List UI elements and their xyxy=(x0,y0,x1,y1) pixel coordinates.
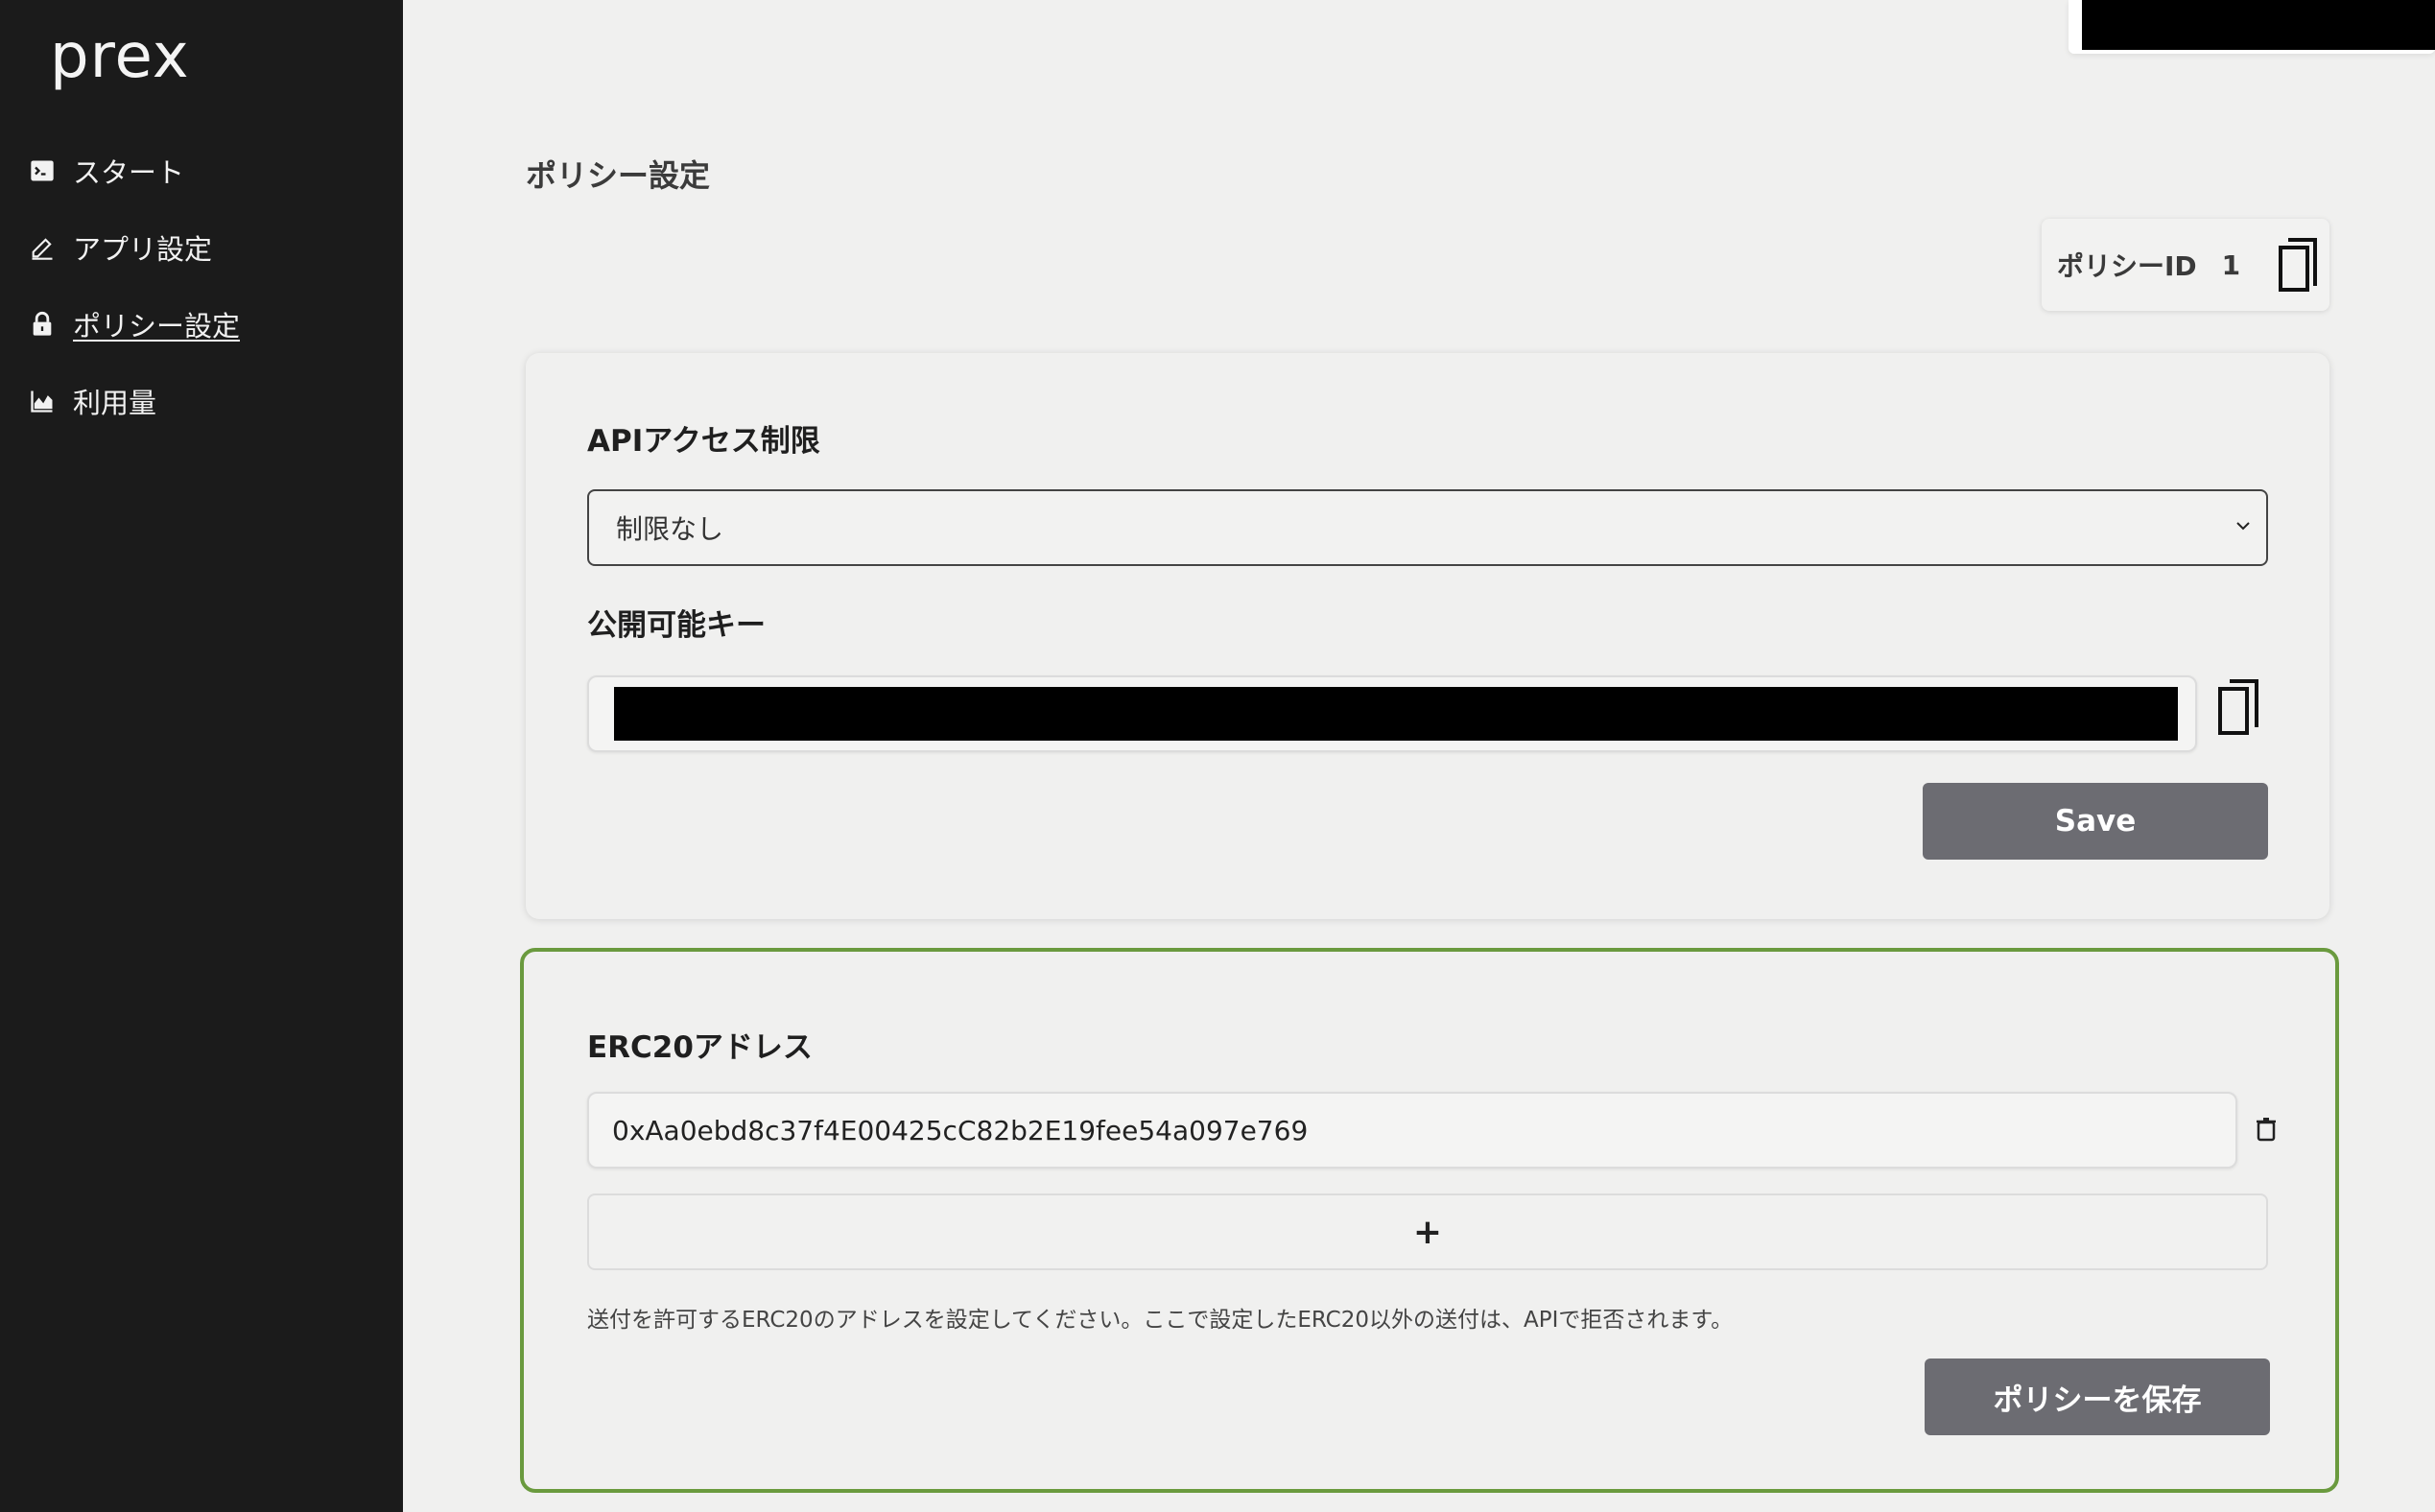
sidebar-item-label: ポリシー設定 xyxy=(73,310,241,343)
api-access-select[interactable]: 制限なし xyxy=(587,489,2268,566)
trash-icon xyxy=(2257,1118,2276,1142)
terminal-icon xyxy=(29,157,56,184)
logo: prex xyxy=(50,21,190,92)
save-policy-button[interactable]: ポリシーを保存 xyxy=(1925,1358,2270,1435)
lock-icon xyxy=(29,311,56,338)
sidebar-item-usage[interactable]: 利用量 xyxy=(29,363,384,439)
save-button[interactable]: Save xyxy=(1923,783,2268,860)
copy-icon xyxy=(2279,238,2318,292)
delete-address-button[interactable] xyxy=(2255,1117,2278,1142)
account-area xyxy=(2069,0,2435,54)
erc20-card: ERC20アドレス 0xAa0ebd8c37f4E00425cC82b2E19f… xyxy=(520,948,2339,1493)
pencil-icon xyxy=(29,234,56,261)
sidebar-item-label: 利用量 xyxy=(73,387,157,419)
redacted-block xyxy=(2082,0,2435,50)
sidebar-item-start[interactable]: スタート xyxy=(29,132,384,209)
app-root: prex スタート アプリ設定 ポリシー設定 利用量 ポリシー設定 ポリシーID… xyxy=(0,0,2435,1512)
publishable-key-field[interactable] xyxy=(587,675,2197,752)
policy-id-label: ポリシーID xyxy=(2057,250,2197,282)
erc20-helper-text: 送付を許可するERC20のアドレスを設定してください。ここで設定したERC20以… xyxy=(587,1308,1734,1333)
sidebar-item-label: スタート xyxy=(73,156,185,189)
erc20-title: ERC20アドレス xyxy=(587,1030,813,1065)
sidebar: prex スタート アプリ設定 ポリシー設定 利用量 xyxy=(0,0,403,1512)
redacted-key xyxy=(614,687,2178,741)
page-title: ポリシー設定 xyxy=(526,157,711,194)
sidebar-item-label: アプリ設定 xyxy=(73,233,213,266)
policy-id-value: 1 xyxy=(2221,248,2241,281)
copy-policy-id-button[interactable] xyxy=(2277,236,2319,294)
sidebar-item-policy-settings[interactable]: ポリシー設定 xyxy=(29,286,384,363)
publishable-key-title: 公開可能キー xyxy=(587,608,766,643)
policy-id-badge: ポリシーID 1 xyxy=(2042,219,2329,311)
copy-icon xyxy=(2218,679,2258,735)
select-value: 制限なし xyxy=(616,513,724,545)
chevron-down-icon xyxy=(2236,522,2250,531)
add-address-button[interactable]: + xyxy=(587,1193,2268,1270)
chart-icon xyxy=(29,388,56,414)
sidebar-nav: スタート アプリ設定 ポリシー設定 利用量 xyxy=(29,132,384,439)
erc20-address-input[interactable]: 0xAa0ebd8c37f4E00425cC82b2E19fee54a097e7… xyxy=(587,1092,2237,1169)
api-access-card: APIアクセス制限 制限なし 公開可能キー Save xyxy=(526,353,2329,919)
copy-key-button[interactable] xyxy=(2216,677,2274,750)
api-access-title: APIアクセス制限 xyxy=(587,424,820,459)
sidebar-item-app-settings[interactable]: アプリ設定 xyxy=(29,209,384,286)
